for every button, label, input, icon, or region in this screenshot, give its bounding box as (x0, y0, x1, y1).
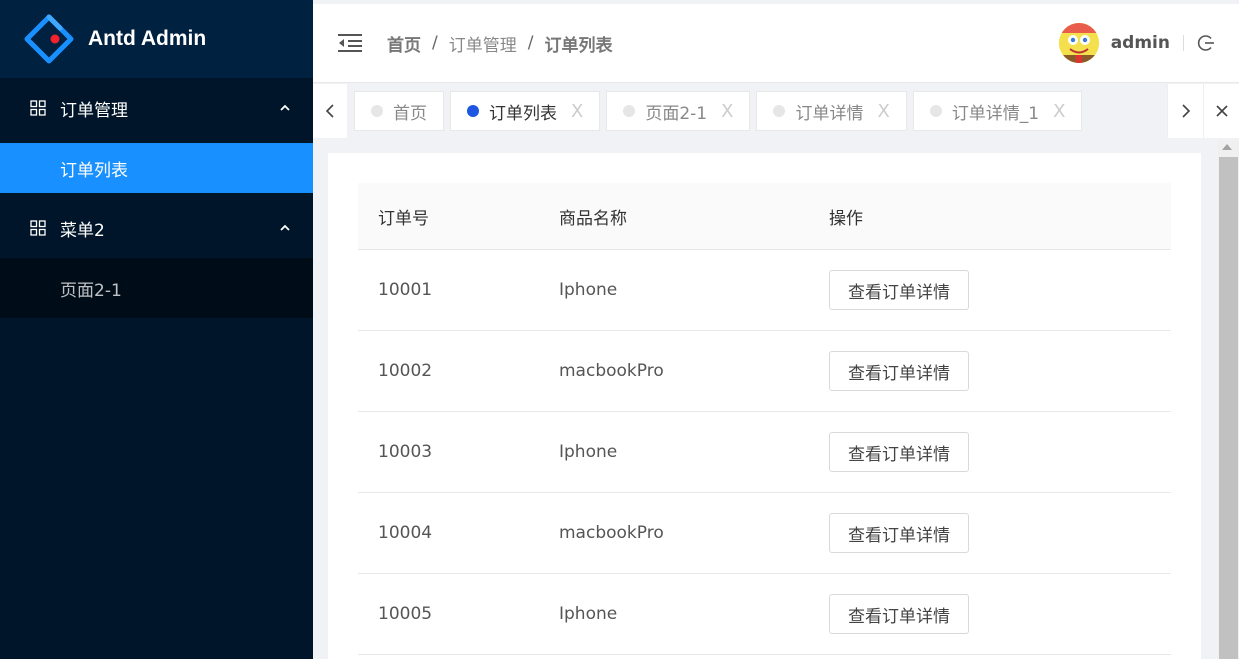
username[interactable]: admin (1111, 33, 1170, 53)
chevron-left-icon (325, 104, 334, 118)
cell-order-id: 10003 (378, 442, 433, 462)
tab-page2-1[interactable]: 页面2-1 X (606, 91, 751, 131)
cell-order-id: 10005 (378, 604, 433, 624)
breadcrumb-separator: / (432, 33, 438, 53)
menu-fold-icon[interactable] (338, 33, 362, 53)
tab-status-dot (371, 105, 383, 117)
chevron-up-icon (280, 104, 290, 111)
tab-close-icon[interactable]: X (571, 101, 583, 122)
cell-product-name: macbookPro (559, 361, 664, 381)
column-header-product-name: 商品名称 (559, 208, 627, 229)
tab-close-icon[interactable]: X (1053, 101, 1065, 122)
view-order-detail-button[interactable]: 查看订单详情 (829, 513, 969, 553)
tab-order-list[interactable]: 订单列表 X (450, 91, 601, 131)
chevron-up-icon (280, 224, 290, 231)
table-row: 10005 Iphone 查看订单详情 (358, 574, 1171, 655)
avatar-image (1058, 23, 1099, 63)
tabs-list: 首页 订单列表 X 页面2-1 X 订单详情 X 订单详情_1 X (354, 91, 1088, 131)
tab-status-dot (929, 105, 942, 117)
tab-order-detail[interactable]: 订单详情 X (756, 91, 907, 131)
close-all-tabs-button[interactable] (1203, 84, 1239, 138)
cell-product-name: Iphone (559, 280, 618, 300)
sidebar-item-order-list[interactable]: 订单列表 (0, 143, 313, 193)
order-table: 订单号 商品名称 操作 10001 Iphone 查看订单详情 10002 ma… (358, 183, 1171, 655)
header-divider (1183, 35, 1184, 51)
tab-close-icon[interactable]: X (877, 101, 889, 122)
app-title: Antd Admin (88, 27, 207, 50)
view-order-detail-button[interactable]: 查看订单详情 (829, 270, 969, 310)
tabs-scroll-right-button[interactable] (1167, 84, 1203, 138)
submenu-label: 菜单2 (60, 220, 105, 241)
cell-product-name: Iphone (559, 442, 618, 462)
table-row: 10004 macbookPro 查看订单详情 (358, 493, 1171, 574)
antd-logo-icon (24, 14, 74, 64)
submenu-order-management[interactable]: 订单管理 (0, 78, 313, 138)
content-card: 订单号 商品名称 操作 10001 Iphone 查看订单详情 10002 ma… (328, 153, 1201, 659)
column-header-order-id: 订单号 (378, 208, 429, 229)
tab-home[interactable]: 首页 (354, 91, 444, 131)
tab-label: 页面2-1 (645, 103, 708, 124)
avatar[interactable] (1058, 23, 1099, 63)
sidebar-item-page2-1[interactable]: 页面2-1 (0, 258, 313, 318)
tab-order-detail-1[interactable]: 订单详情_1 X (912, 91, 1083, 131)
view-order-detail-button[interactable]: 查看订单详情 (829, 432, 969, 472)
appstore-icon (30, 220, 46, 236)
header: 首页 / 订单管理 / 订单列表 admin (313, 4, 1239, 83)
appstore-icon (30, 100, 46, 116)
tab-close-icon[interactable]: X (721, 101, 733, 122)
column-header-action: 操作 (829, 208, 863, 229)
breadcrumb-order-list: 订单列表 (544, 35, 613, 56)
logo[interactable]: Antd Admin (0, 0, 313, 78)
table-row: 10003 Iphone 查看订单详情 (358, 412, 1171, 493)
submenu-label: 订单管理 (60, 100, 128, 121)
sidebar: Antd Admin 订单管理 订单列表 菜单2 页面2-1 (0, 0, 313, 659)
breadcrumb-order-management[interactable]: 订单管理 (449, 31, 517, 56)
scroll-thumb[interactable] (1219, 157, 1238, 659)
tab-label: 订单列表 (489, 103, 557, 124)
tab-status-dot (467, 105, 479, 117)
tabs-bar: 首页 订单列表 X 页面2-1 X 订单详情 X 订单详情_1 X (313, 84, 1239, 138)
logout-icon[interactable] (1197, 34, 1215, 52)
tab-label: 订单详情 (795, 103, 864, 124)
submenu-menu2[interactable]: 菜单2 (0, 198, 313, 258)
user-area: admin (1058, 23, 1239, 63)
cell-product-name: macbookPro (559, 523, 664, 543)
tab-status-dot (773, 105, 786, 117)
tab-label: 首页 (393, 103, 427, 124)
view-order-detail-button[interactable]: 查看订单详情 (829, 594, 969, 634)
vertical-scrollbar[interactable] (1218, 140, 1239, 659)
chevron-right-icon (1181, 104, 1190, 118)
tabs-scroll-left-button[interactable] (313, 84, 347, 138)
scroll-up-arrow-icon[interactable] (1222, 144, 1232, 150)
table-row: 10002 macbookPro 查看订单详情 (358, 331, 1171, 412)
table-row: 10001 Iphone 查看订单详情 (358, 250, 1171, 331)
cell-order-id: 10004 (378, 523, 433, 543)
breadcrumb: 首页 / 订单管理 / 订单列表 (387, 31, 612, 56)
breadcrumb-home[interactable]: 首页 (387, 31, 421, 56)
breadcrumb-separator: / (527, 33, 534, 53)
cell-order-id: 10001 (378, 280, 433, 300)
tab-label: 订单详情_1 (951, 103, 1040, 124)
close-icon (1215, 105, 1228, 117)
table-header: 订单号 商品名称 操作 (358, 183, 1171, 250)
tab-status-dot (623, 105, 636, 117)
cell-product-name: Iphone (559, 604, 618, 624)
cell-order-id: 10002 (378, 361, 433, 381)
view-order-detail-button[interactable]: 查看订单详情 (829, 351, 969, 391)
